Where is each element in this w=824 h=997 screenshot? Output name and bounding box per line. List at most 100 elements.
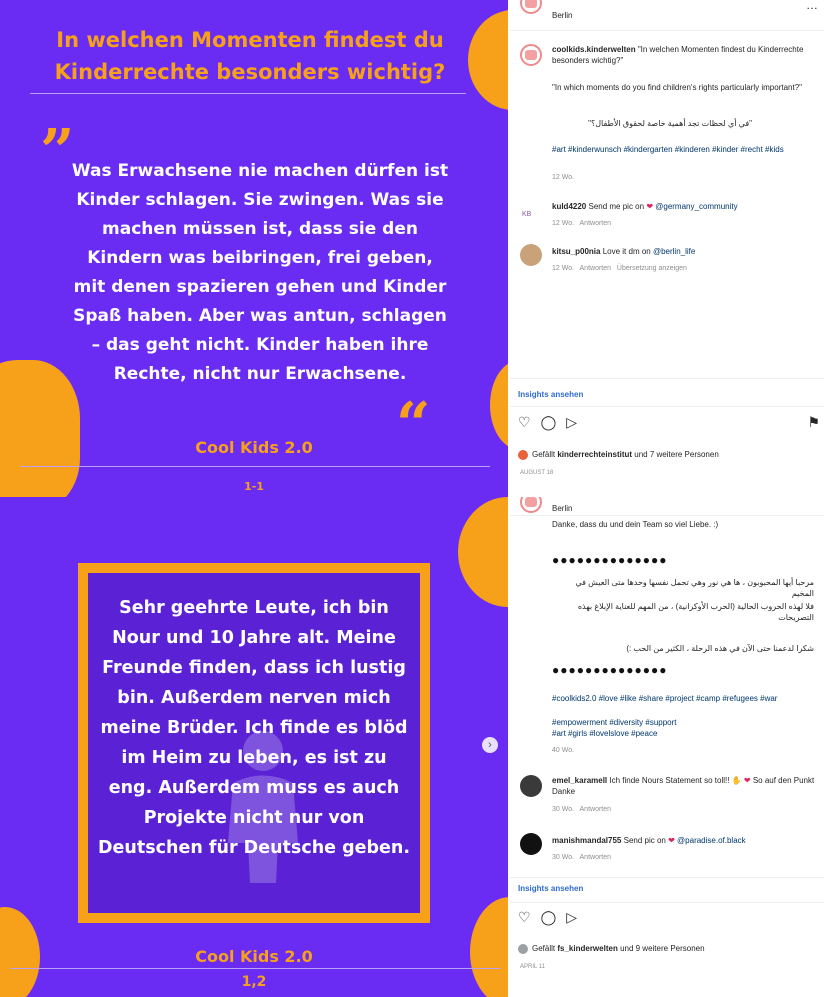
comment-avatar-kuld[interactable]: KB	[522, 209, 531, 220]
quote-frame: Sehr geehrte Leute, ich bin Nour und 10 …	[78, 563, 430, 923]
comment-text: Send pic on	[623, 836, 666, 845]
comment-text-2: So auf den Punkt	[752, 776, 815, 785]
insights-link[interactable]: Insights ansehen	[518, 884, 583, 893]
insights-link[interactable]: Insights ansehen	[518, 390, 583, 399]
comment-reply-button[interactable]: Antworten	[580, 806, 612, 813]
bookmark-icon[interactable]: ⚑	[807, 414, 820, 431]
header-location[interactable]: Berlin	[552, 10, 572, 21]
post-1-slide[interactable]: In welchen Momenten findest du Kinderrec…	[0, 0, 508, 497]
comment-bubble-icon[interactable]: ◯	[541, 414, 557, 431]
comment-meta: 12 Wo. Antworten	[552, 218, 611, 229]
liker-avatar	[518, 944, 528, 954]
comment-meta: 12 Wo. Antworten Übersetzung anzeigen	[552, 263, 687, 274]
decorative-blob-bottom-right	[490, 360, 508, 450]
caption-hashtags[interactable]: #art #kinderwunsch #kindergarten #kinder…	[552, 144, 810, 155]
comment-username[interactable]: kitsu_p00nia	[552, 247, 600, 256]
likes-user[interactable]: kinderrechteinstitut	[557, 450, 632, 459]
comment-avatar-emel[interactable]	[520, 775, 542, 797]
comment-avatar-kitsu[interactable]	[520, 244, 542, 266]
comment-row: kuld4220 Send me pic on ❤ @germany_commu…	[552, 201, 822, 212]
comment-mention[interactable]: @berlin_life	[653, 247, 695, 256]
post-date: APRIL 11	[520, 964, 546, 970]
header-location[interactable]: Berlin	[552, 503, 572, 514]
caption-block: coolkids.kinderwelten "In welchen Moment…	[552, 44, 807, 66]
account-avatar[interactable]	[520, 497, 542, 513]
likes-suffix[interactable]: und 9 weitere Personen	[620, 944, 705, 953]
slide-signature: Cool Kids 2.0	[195, 438, 313, 457]
post-date: AUGUST 18	[520, 470, 554, 476]
likes-suffix[interactable]: und 7 weitere Personen	[634, 450, 719, 459]
caption-arabic-1: مرحبا أيها المحبوبون ، ها هي نور وهي تحم…	[575, 578, 814, 598]
paper-plane-icon[interactable]: ▷	[566, 909, 577, 926]
caption-text-en: "In which moments do you find children's…	[552, 83, 802, 92]
caption-hashtags-3[interactable]: #art #girls #lovelslove #peace	[552, 728, 814, 739]
post-2-slide[interactable]: Sehr geehrte Leute, ich bin Nour und 10 …	[0, 497, 508, 997]
paper-plane-icon[interactable]: ▷	[566, 414, 577, 431]
comment-time: 12 Wo.	[552, 220, 575, 227]
post-1: In welchen Momenten findest du Kinderrec…	[0, 0, 824, 497]
comment-emoji: ✋ ❤	[731, 776, 751, 785]
caption-text-top: Danke, dass du und dein Team so viel Lie…	[552, 520, 719, 529]
likes-prefix: Gefällt	[532, 450, 556, 459]
comment-text: Love it dm on	[602, 247, 651, 256]
slide-quote-text: Was Erwachsene nie machen dürfen ist Kin…	[71, 161, 449, 384]
signature-divider	[10, 968, 500, 969]
comment-username[interactable]: emel_karamell	[552, 776, 607, 785]
comment-row: kitsu_p00nia Love it dm on @berlin_life	[552, 246, 822, 257]
decorative-blob-bottom-left	[0, 360, 80, 497]
comment-time: 30 Wo.	[552, 806, 575, 813]
comment-text: Ich finde Nours Statement so toll!!	[609, 776, 730, 785]
heart-outline-icon[interactable]: ♡	[518, 414, 531, 431]
slide-number: 1-1	[244, 480, 264, 493]
title-divider	[30, 93, 466, 94]
comment-avatar-manish[interactable]	[520, 833, 542, 855]
comment-username[interactable]: manishmandal755	[552, 836, 621, 845]
comment-username[interactable]: kuld4220	[552, 202, 586, 211]
comment-row: emel_karamell Ich finde Nours Statement …	[552, 775, 817, 797]
heart-outline-icon[interactable]: ♡	[518, 909, 531, 926]
next-slide-button[interactable]: ›	[482, 737, 498, 753]
caption-hashtags-1[interactable]: #coolkids2.0 #love #like #share #project…	[552, 693, 814, 704]
caption-time: 12 Wo.	[552, 174, 575, 181]
caption-hashtags-2[interactable]: #empowerment #diversity #support	[552, 717, 814, 728]
comment-reply-button[interactable]: Antworten	[580, 854, 612, 861]
comment-mention[interactable]: @paradise.of.black	[677, 836, 746, 845]
account-avatar[interactable]	[520, 0, 542, 14]
slide-number: 1,2	[241, 974, 267, 990]
slide-signature: Cool Kids 2.0	[195, 947, 313, 966]
post-2-sidebar: Berlin Danke, dass du und dein Team so v…	[510, 497, 824, 997]
more-options-icon[interactable]: …	[806, 0, 818, 11]
signature-divider	[20, 466, 490, 467]
caption-text-ar: "في أي لحظات تجد أهمية خاصة لحقوق الأطفا…	[588, 119, 752, 128]
comment-bubble-icon[interactable]: ◯	[541, 909, 557, 926]
comment-reply-button[interactable]: Antworten	[580, 220, 612, 227]
slide-title: In welchen Momenten findest du Kinderrec…	[54, 28, 446, 84]
comment-text-3: Danke	[552, 787, 576, 796]
translate-button[interactable]: Übersetzung anzeigen	[617, 265, 687, 272]
heart-emoji: ❤	[646, 202, 654, 211]
likes-prefix: Gefällt	[532, 944, 556, 953]
comment-reply-button[interactable]: Antworten	[580, 265, 612, 272]
header-divider	[510, 515, 824, 516]
post-1-sidebar: Berlin … coolkids.kinderwelten "In welch…	[510, 0, 824, 497]
caption-dots: ●●●●●●●●●●●●●●	[552, 553, 668, 567]
heart-emoji: ❤	[668, 836, 675, 845]
comment-mention[interactable]: @germany_community	[655, 202, 737, 211]
caption-username[interactable]: coolkids.kinderwelten	[552, 45, 636, 54]
caption-arabic-3: شكرا لدعمنا حتى الآن في هذه الرحلة ، الك…	[626, 644, 814, 653]
likes-line: Gefällt kinderrechteinstitut und 7 weite…	[532, 449, 719, 460]
comments-divider	[510, 378, 824, 379]
header-divider	[510, 30, 824, 31]
action-bar: ♡ ◯ ▷	[518, 909, 577, 926]
liker-avatar	[518, 450, 528, 460]
caption-time: 40 Wo.	[552, 747, 575, 754]
decorative-blob-top-right	[458, 497, 508, 607]
caption-arabic-2: فلا لهذه الحروب الحالية (الحرب الأوكراني…	[577, 602, 814, 622]
likes-line: Gefällt fs_kinderwelten und 9 weitere Pe…	[532, 943, 705, 954]
comment-meta: 30 Wo. Antworten	[552, 852, 611, 863]
comment-row: manishmandal755 Send pic on ❤ @paradise.…	[552, 835, 817, 846]
decorative-blob-top-right	[468, 10, 508, 110]
comment-meta: 30 Wo. Antworten	[552, 804, 611, 815]
caption-avatar[interactable]	[520, 44, 542, 66]
likes-user[interactable]: fs_kinderwelten	[557, 944, 617, 953]
